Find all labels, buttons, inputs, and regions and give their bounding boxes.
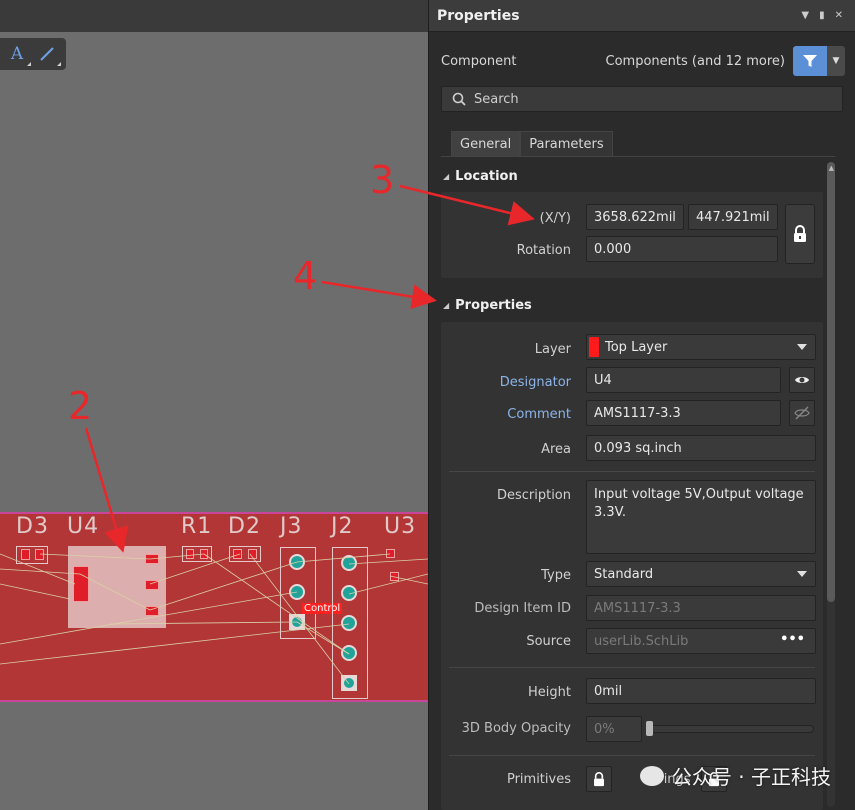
description-value: Input voltage 5V,Output voltage 3.3V. (594, 487, 804, 520)
comment-field[interactable]: AMS1117-3.3 (586, 400, 781, 426)
designator-field[interactable]: U4 (586, 367, 781, 393)
canvas-top-bar (0, 0, 428, 32)
body-opacity-field: 0% (586, 716, 642, 742)
line-tool-icon[interactable] (36, 43, 61, 66)
area-value: 0.093 sq.inch (594, 440, 682, 456)
design-item-id-field: AMS1117-3.3 (586, 595, 816, 621)
lock-position-button[interactable] (785, 204, 815, 264)
designator-value: U4 (594, 372, 612, 388)
panel-title: Properties (437, 7, 520, 24)
opacity-slider-track[interactable] (648, 725, 814, 733)
pin-icon[interactable]: ▮ (819, 10, 825, 21)
wechat-logo-icon (639, 765, 664, 786)
type-label: Type (541, 568, 571, 583)
opacity-slider-thumb[interactable] (646, 721, 653, 736)
selection-filter-value: Components (and 12 more) (605, 53, 785, 69)
location-section-header[interactable]: ◢ Location (443, 169, 518, 184)
section-divider (449, 667, 815, 668)
annotation-2: 2 (68, 384, 93, 428)
search-icon (452, 92, 466, 106)
lock-primitives-button[interactable] (586, 766, 612, 792)
designator-label[interactable]: Designator (441, 375, 571, 390)
close-icon[interactable]: ✕ (835, 10, 843, 21)
body-opacity-label: 3D Body Opacity (461, 721, 571, 736)
chevron-down-icon (797, 571, 807, 577)
design-item-id-value: AMS1117-3.3 (594, 600, 681, 616)
chevron-down-icon (797, 344, 807, 350)
panel-title-bar: Properties ▼ ▮ ✕ (429, 0, 855, 32)
panel-tabs: General Parameters (451, 131, 613, 157)
layer-value: Top Layer (605, 339, 668, 355)
selection-filter-row: Component Components (and 12 more) ▼ (441, 46, 845, 76)
description-field[interactable]: Input voltage 5V,Output voltage 3.3V. (586, 480, 816, 554)
type-value: Standard (594, 566, 654, 582)
properties-panel: Properties ▼ ▮ ✕ Component Components (a… (428, 0, 855, 810)
selection-type-label: Component (441, 53, 517, 69)
rotation-label: Rotation (516, 243, 571, 258)
lock-icon (594, 771, 604, 786)
designator-visibility-button[interactable] (789, 367, 815, 393)
filter-dropdown-button[interactable]: ▼ (827, 46, 845, 76)
watermark: 公众号 · 子正科技 (639, 761, 831, 790)
tab-parameters[interactable]: Parameters (520, 131, 613, 157)
properties-section-header[interactable]: ◢ Properties (443, 298, 532, 313)
collapse-triangle-icon: ◢ (443, 301, 450, 310)
design-item-id-label: Design Item ID (474, 601, 571, 616)
annotation-4: 4 (293, 254, 318, 298)
location-heading: Location (455, 169, 518, 184)
layer-label: Layer (534, 342, 571, 357)
rotation-field[interactable]: 0.000 (586, 236, 778, 262)
xy-label: (X/Y) (539, 211, 571, 226)
section-divider (449, 471, 815, 472)
tab-general[interactable]: General (451, 131, 521, 157)
lock-icon (794, 225, 806, 242)
primitives-label: Primitives (506, 772, 571, 787)
area-label: Area (541, 442, 571, 457)
scroll-up-icon[interactable]: ▲ (829, 164, 834, 172)
body-opacity-value: 0% (594, 721, 615, 737)
search-input[interactable]: Search (441, 86, 843, 112)
comment-label[interactable]: Comment (441, 407, 571, 422)
source-field: userLib.SchLib ••• (586, 628, 816, 654)
collapse-triangle-icon: ◢ (443, 172, 450, 181)
height-label: Height (528, 685, 571, 700)
filter-icon (803, 55, 817, 67)
type-select[interactable]: Standard (586, 561, 816, 587)
scrollbar-thumb[interactable] (827, 162, 835, 602)
layer-select[interactable]: Top Layer (586, 334, 816, 360)
section-divider (449, 755, 815, 756)
watermark-text: 公众号 · 子正科技 (671, 765, 831, 789)
more-options-icon[interactable]: ••• (780, 632, 805, 647)
comment-value: AMS1117-3.3 (594, 405, 681, 421)
eye-hidden-icon (794, 406, 810, 420)
panel-menu-icon[interactable]: ▼ (801, 10, 809, 21)
active-toolbar: A (0, 38, 66, 70)
eye-icon (795, 377, 809, 383)
source-label: Source (526, 634, 571, 649)
height-field[interactable]: 0mil (586, 678, 816, 704)
ratsnest-lines (0, 553, 428, 685)
pcb-canvas[interactable]: A D3 U4 R1 D2 J3 J2 U3 Control 2 3 4 (0, 0, 428, 810)
x-position-field[interactable]: 3658.622mil (586, 204, 684, 230)
text-tool-icon[interactable]: A (6, 43, 31, 66)
comment-visibility-button[interactable] (789, 400, 815, 426)
rotation-value: 0.000 (594, 241, 632, 257)
properties-heading: Properties (455, 298, 532, 313)
layer-color-swatch (589, 337, 599, 357)
source-value: userLib.SchLib (594, 633, 689, 649)
height-value: 0mil (594, 683, 623, 699)
area-field: 0.093 sq.inch (586, 435, 816, 461)
filter-button[interactable] (793, 46, 827, 76)
y-position-field[interactable]: 447.921mil (688, 204, 778, 230)
tab-divider (441, 156, 835, 157)
annotation-3: 3 (370, 158, 395, 202)
y-position-value: 447.921mil (696, 209, 770, 225)
pcb-board: D3 U4 R1 D2 J3 J2 U3 Control (0, 512, 428, 702)
description-label: Description (496, 488, 571, 503)
x-position-value: 3658.622mil (594, 209, 676, 225)
search-placeholder: Search (474, 91, 519, 107)
